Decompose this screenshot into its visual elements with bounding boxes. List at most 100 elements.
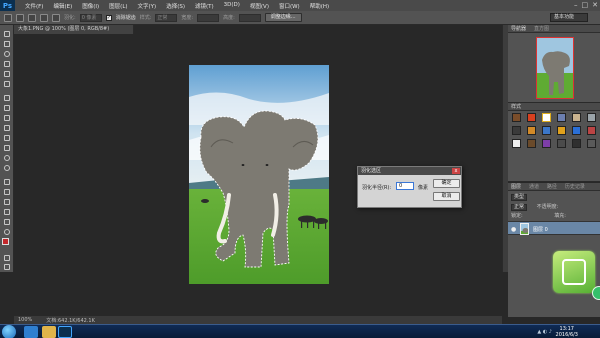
style-swatch[interactable] (572, 126, 581, 135)
style-swatch[interactable] (557, 126, 566, 135)
menu-type[interactable]: 文字(Y) (133, 2, 162, 10)
document-tab[interactable]: 大象1.PNG @ 100% (图层 0, RGB/8#) (14, 25, 134, 34)
menu-view[interactable]: 视图(V) (245, 2, 274, 10)
brush-tool-icon[interactable] (3, 105, 11, 112)
hand-tool-icon[interactable] (3, 219, 11, 226)
history-brush-tool-icon[interactable] (3, 125, 11, 132)
antialias-label: 消除锯齿 (115, 15, 136, 21)
window-controls: – □ ✕ (574, 1, 598, 9)
add-selection-icon[interactable] (28, 13, 36, 22)
blend-mode-select[interactable]: 正常 (511, 204, 528, 211)
menu-edit[interactable]: 编辑(E) (48, 2, 77, 10)
tab-navigator[interactable]: 导航器 (508, 25, 529, 33)
type-tool-icon[interactable] (3, 189, 11, 196)
tab-paths[interactable]: 路径 (544, 183, 560, 191)
menu-help[interactable]: 帮助(H) (305, 2, 334, 10)
intersect-selection-icon[interactable] (52, 13, 60, 22)
tab-history[interactable]: 历史记录 (562, 183, 588, 191)
layer-kind-filter[interactable]: 类型 (511, 194, 528, 201)
system-tray[interactable]: ▲ ◐ ♪ (537, 329, 552, 335)
width-label: 宽度: (181, 15, 194, 21)
elephant-image[interactable] (189, 65, 329, 284)
eyedropper-tool-icon[interactable] (3, 81, 11, 88)
foreground-color-swatch[interactable] (2, 238, 9, 245)
style-swatch[interactable] (587, 126, 596, 135)
quick-select-tool-icon[interactable] (3, 61, 11, 68)
floating-circle-icon[interactable] (592, 286, 600, 300)
eraser-tool-icon[interactable] (3, 135, 11, 142)
style-swatch[interactable] (527, 113, 536, 122)
maximize-button[interactable]: □ (582, 1, 589, 9)
menu-select[interactable]: 选择(S) (161, 2, 190, 10)
shape-tool-icon[interactable] (3, 209, 11, 216)
pen-tool-icon[interactable] (3, 179, 11, 186)
dialog-title-bar[interactable]: 羽化选区 x (358, 167, 461, 175)
workspace-select[interactable]: 基本功能 (550, 13, 588, 22)
style-swatch[interactable] (557, 139, 566, 148)
blur-tool-icon[interactable] (3, 155, 11, 162)
style-swatch[interactable] (587, 113, 596, 122)
style-swatch[interactable] (557, 113, 566, 122)
taskbar-clock[interactable]: 13:17 2016/6/3 (556, 326, 578, 338)
move-tool-icon[interactable] (3, 31, 11, 38)
style-swatch[interactable] (512, 139, 521, 148)
dodge-tool-icon[interactable] (3, 165, 11, 172)
gradient-tool-icon[interactable] (3, 145, 11, 152)
style-swatch[interactable] (572, 113, 581, 122)
layer-row[interactable]: ● 图层 0 (508, 221, 600, 235)
marquee-tool-icon[interactable] (4, 13, 12, 22)
navigator-thumbnail[interactable] (536, 37, 574, 99)
subtract-selection-icon[interactable] (40, 13, 48, 22)
dialog-close-button[interactable]: x (452, 168, 460, 174)
feather-field[interactable]: 0 像素 (79, 13, 102, 22)
healing-brush-tool-icon[interactable] (3, 95, 11, 102)
style-swatch[interactable] (527, 139, 536, 148)
folder-icon[interactable] (42, 326, 56, 338)
minimize-button[interactable]: – (574, 1, 578, 9)
style-swatch[interactable] (587, 139, 596, 148)
screen-mode-icon[interactable] (3, 264, 11, 271)
clone-stamp-tool-icon[interactable] (3, 115, 11, 122)
path-selection-tool-icon[interactable] (3, 199, 11, 206)
close-button[interactable]: ✕ (592, 1, 598, 9)
photoshop-icon[interactable] (58, 326, 72, 338)
style-swatch[interactable] (527, 126, 536, 135)
menu-window[interactable]: 窗口(W) (274, 2, 305, 10)
tab-styles[interactable]: 样式 (508, 103, 524, 111)
feather-radius-input[interactable]: 0 (396, 182, 414, 190)
tab-histogram[interactable]: 直方图 (531, 25, 552, 33)
new-selection-icon[interactable] (16, 13, 24, 22)
menu-image[interactable]: 图像(I) (77, 2, 104, 10)
quick-mask-icon[interactable] (3, 255, 11, 262)
antialias-checkbox[interactable]: ✓ (105, 14, 112, 21)
width-field[interactable] (197, 13, 220, 22)
status-bar: 100% 文档:642.1K/642.1K (14, 316, 502, 324)
menu-filter[interactable]: 滤镜(T) (190, 2, 219, 10)
menu-file[interactable]: 文件(F) (20, 2, 48, 10)
start-button[interactable] (2, 325, 16, 338)
style-swatch[interactable] (512, 113, 521, 122)
height-field[interactable] (238, 13, 261, 22)
document-info: 文档:642.1K/642.1K (46, 317, 95, 324)
tab-layers[interactable]: 图层 (508, 183, 524, 191)
menu-layer[interactable]: 图层(L) (104, 2, 132, 10)
zoom-level[interactable]: 100% (18, 317, 32, 323)
marquee-tool-icon[interactable] (3, 41, 11, 48)
style-swatch[interactable] (542, 126, 551, 135)
refine-edge-button[interactable]: 调整边缘... (264, 13, 302, 22)
style-swatch[interactable] (572, 139, 581, 148)
layer-name[interactable]: 图层 0 (533, 226, 548, 233)
style-swatch[interactable] (542, 113, 551, 122)
visibility-eye-icon[interactable]: ● (511, 226, 516, 233)
ok-button[interactable]: 确定 (433, 179, 460, 188)
zoom-tool-icon[interactable] (3, 229, 11, 236)
tab-channels[interactable]: 通道 (526, 183, 542, 191)
cancel-button[interactable]: 取消 (433, 192, 460, 201)
lasso-tool-icon[interactable] (3, 51, 11, 58)
style-select[interactable]: 正常 (155, 13, 178, 22)
menu-3d[interactable]: 3D(D) (219, 2, 245, 10)
style-swatch[interactable] (542, 139, 551, 148)
crop-tool-icon[interactable] (3, 71, 11, 78)
ie-icon[interactable] (24, 326, 38, 338)
style-swatch[interactable] (512, 126, 521, 135)
